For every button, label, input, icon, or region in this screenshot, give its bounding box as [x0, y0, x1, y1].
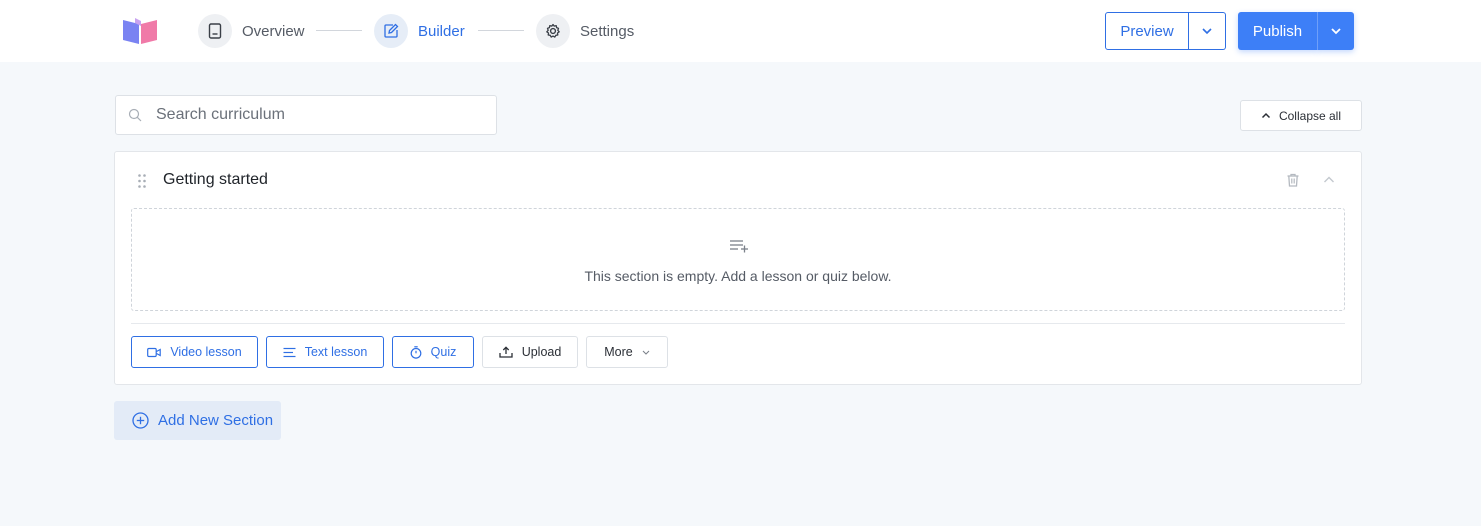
upload-button[interactable]: Upload — [482, 336, 578, 368]
top-bar: Overview Builder Settings Preview Publis… — [0, 0, 1481, 62]
divider — [131, 323, 1345, 324]
search-box — [115, 95, 497, 135]
chevron-up-icon — [1261, 112, 1270, 119]
chevron-down-icon — [1202, 28, 1212, 35]
search-input[interactable] — [156, 106, 476, 124]
preview-button[interactable]: Preview — [1105, 12, 1189, 50]
chevron-down-icon — [1331, 28, 1341, 35]
add-text-lesson-label: Text lesson — [304, 345, 368, 359]
add-quiz-button[interactable]: Quiz — [392, 336, 474, 368]
upload-label: Upload — [521, 345, 562, 359]
add-new-section-button[interactable]: Add New Section — [114, 401, 281, 440]
add-quiz-label: Quiz — [430, 345, 457, 359]
add-video-lesson-label: Video lesson — [170, 345, 242, 359]
section-title[interactable]: Getting started — [163, 171, 268, 189]
book-icon — [208, 23, 222, 39]
step-settings[interactable]: Settings — [536, 13, 634, 49]
search-icon — [128, 108, 142, 122]
stopwatch-icon — [410, 345, 422, 359]
step-builder[interactable]: Builder — [374, 13, 465, 49]
step-connector — [316, 30, 362, 31]
more-button[interactable]: More — [586, 336, 668, 368]
step-builder-circle — [374, 14, 408, 48]
chevron-up-icon[interactable] — [1321, 172, 1337, 188]
video-icon — [147, 347, 162, 357]
add-text-lesson-button[interactable]: Text lesson — [266, 336, 384, 368]
add-new-section-label: Add New Section — [158, 412, 274, 429]
step-overview-circle — [198, 14, 232, 48]
text-lines-icon — [283, 347, 296, 357]
upload-icon — [499, 346, 513, 358]
collapse-all-button[interactable]: Collapse all — [1240, 100, 1362, 131]
collapse-all-label: Collapse all — [1278, 108, 1342, 123]
publish-dropdown-button[interactable] — [1317, 12, 1354, 50]
publish-button[interactable]: Publish — [1238, 12, 1317, 50]
more-label: More — [604, 345, 633, 359]
section-card: Getting started This section is empty. A… — [114, 151, 1362, 385]
step-overview-label: Overview — [242, 22, 305, 40]
drag-handle-icon[interactable] — [137, 173, 147, 189]
empty-section-dropzone: This section is empty. Add a lesson or q… — [131, 208, 1345, 311]
edit-icon — [384, 23, 399, 38]
chevron-down-icon — [642, 350, 650, 355]
playlist-add-icon — [730, 240, 748, 253]
empty-section-message: This section is empty. Add a lesson or q… — [584, 268, 892, 284]
gear-icon — [546, 23, 560, 38]
step-builder-label: Builder — [418, 22, 465, 40]
step-settings-circle — [536, 14, 570, 48]
add-video-lesson-button[interactable]: Video lesson — [131, 336, 258, 368]
preview-dropdown-button[interactable] — [1189, 12, 1226, 50]
open-book-icon[interactable] — [122, 17, 158, 45]
plus-circle-icon — [132, 412, 149, 429]
trash-icon[interactable] — [1285, 172, 1301, 188]
step-settings-label: Settings — [580, 22, 635, 40]
step-connector — [478, 30, 524, 31]
preview-button-group: Preview — [1105, 12, 1226, 50]
publish-button-group: Publish — [1238, 12, 1354, 50]
step-overview[interactable]: Overview — [198, 13, 305, 49]
